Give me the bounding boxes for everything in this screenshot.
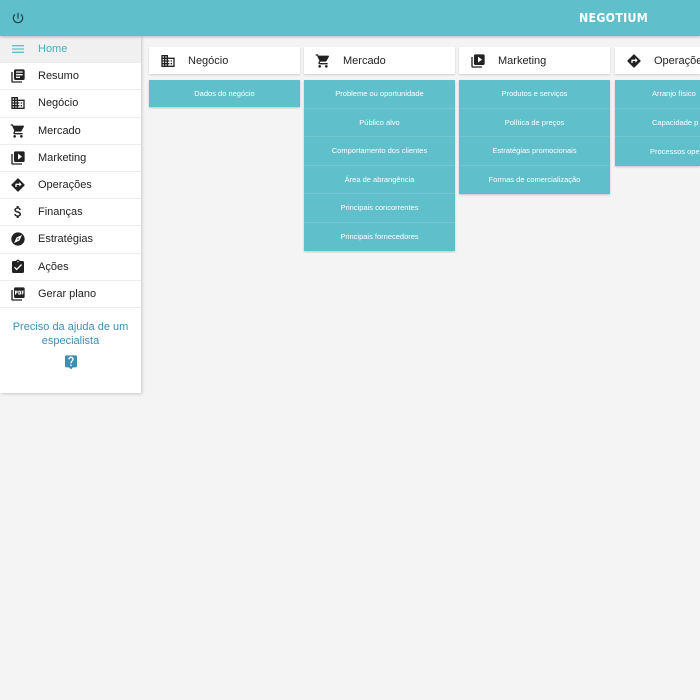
column-title: Negócio (188, 54, 229, 67)
shopping-cart-icon (315, 53, 331, 69)
menu-item-publico-alvo[interactable]: Público alvo (304, 109, 455, 137)
column-header-operacoes[interactable]: Operações (615, 47, 700, 74)
sidebar-item-negocio[interactable]: Negócio (0, 90, 141, 118)
library-books-icon (10, 68, 26, 84)
menu-icon (10, 41, 26, 57)
column-header-mercado[interactable]: Mercado (304, 47, 455, 74)
sidebar-item-gerar-plano[interactable]: Gerar plano (0, 281, 141, 308)
sidebar-item-label: Resumo (38, 70, 79, 83)
dollar-icon (10, 204, 26, 220)
column-title: Mercado (343, 54, 386, 67)
column-list: Dados do negócio (149, 80, 300, 107)
menu-item-problema-oportunidade[interactable]: Probleme ou oportunidade (304, 80, 455, 109)
menu-item-politica-precos[interactable]: Política de preços (459, 109, 610, 137)
video-library-icon (10, 150, 26, 166)
menu-item-dados-do-negocio[interactable]: Dados do negócio (149, 80, 300, 107)
column-title: Marketing (498, 54, 547, 67)
menu-item-principais-fornecedores[interactable]: Principais fornecedores (304, 223, 455, 252)
sidebar-item-label: Mercado (38, 124, 81, 137)
sidebar-item-marketing[interactable]: Marketing (0, 145, 141, 172)
sidebar-item-financas[interactable]: Finanças (0, 199, 141, 227)
column-mercado: Mercado Probleme ou oportunidade Público… (304, 47, 455, 251)
sidebar-item-operacoes[interactable]: Operações (0, 172, 141, 200)
menu-item-comportamento-clientes[interactable]: Comportamento dos clientes (304, 137, 455, 166)
pdf-icon (10, 286, 26, 302)
sidebar-item-label: Gerar plano (38, 287, 97, 300)
menu-item-principais-concorrentes[interactable]: Principais concorrentes (304, 194, 455, 223)
menu-item-area-abrangencia[interactable]: Área de abrangência (304, 166, 455, 194)
column-negocio: Negócio Dados do negócio (149, 47, 300, 107)
sidebar-item-label: Negócio (38, 97, 79, 110)
sidebar-item-label: Finanças (38, 206, 83, 219)
sidebar-item-label: Ações (38, 260, 69, 273)
menu-item-estrategias-promocionais[interactable]: Estratégias promocionais (459, 137, 610, 166)
sidebar-item-label: Marketing (38, 151, 87, 164)
building-icon (10, 95, 26, 111)
brand-logo: NEGOTIUM (578, 11, 648, 25)
column-header-negocio[interactable]: Negócio (149, 47, 300, 74)
menu-item-processos[interactable]: Processos ope (615, 137, 700, 166)
directions-icon (626, 53, 642, 69)
compass-icon (10, 231, 26, 247)
menu-item-formas-comercializacao[interactable]: Formas de comercialização (459, 166, 610, 195)
column-marketing: Marketing Produtos e serviços Política d… (459, 47, 610, 194)
column-operacoes: Operações Arranjo físico Capacidade p Pr… (615, 47, 700, 166)
directions-icon (10, 177, 26, 193)
column-list: Produtos e serviços Política de preços E… (459, 80, 610, 194)
power-button[interactable] (8, 8, 28, 28)
video-library-icon (470, 53, 486, 69)
column-list: Probleme ou oportunidade Público alvo Co… (304, 80, 455, 251)
help-icon[interactable] (63, 354, 79, 370)
column-title: Operações (654, 54, 700, 67)
top-bar: NEGOTIUM (0, 0, 700, 36)
sidebar-item-label: Estratégias (38, 233, 94, 246)
sidebar-item-resumo[interactable]: Resumo (0, 63, 141, 91)
sidebar-item-mercado[interactable]: Mercado (0, 118, 141, 145)
sidebar: Home Resumo Negócio Mercado Marketing Op… (0, 36, 141, 393)
sidebar-item-acoes[interactable]: Ações (0, 254, 141, 281)
column-list: Arranjo físico Capacidade p Processos op… (615, 80, 700, 166)
menu-item-arranjo-fisico[interactable]: Arranjo físico (615, 80, 700, 109)
menu-item-produtos-servicos[interactable]: Produtos e serviços (459, 80, 610, 109)
sidebar-item-estrategias[interactable]: Estratégias (0, 226, 141, 254)
sidebar-item-label: Operações (38, 179, 92, 192)
power-icon (12, 12, 24, 24)
help-link[interactable]: Preciso da ajuda de um especialista (0, 320, 141, 348)
building-icon (160, 53, 176, 69)
sidebar-item-label: Home (38, 43, 68, 56)
column-header-marketing[interactable]: Marketing (459, 47, 610, 74)
menu-item-capacidade[interactable]: Capacidade p (615, 109, 700, 137)
shopping-cart-icon (10, 123, 26, 139)
sidebar-item-home[interactable]: Home (0, 36, 141, 64)
assignment-check-icon (10, 259, 26, 275)
